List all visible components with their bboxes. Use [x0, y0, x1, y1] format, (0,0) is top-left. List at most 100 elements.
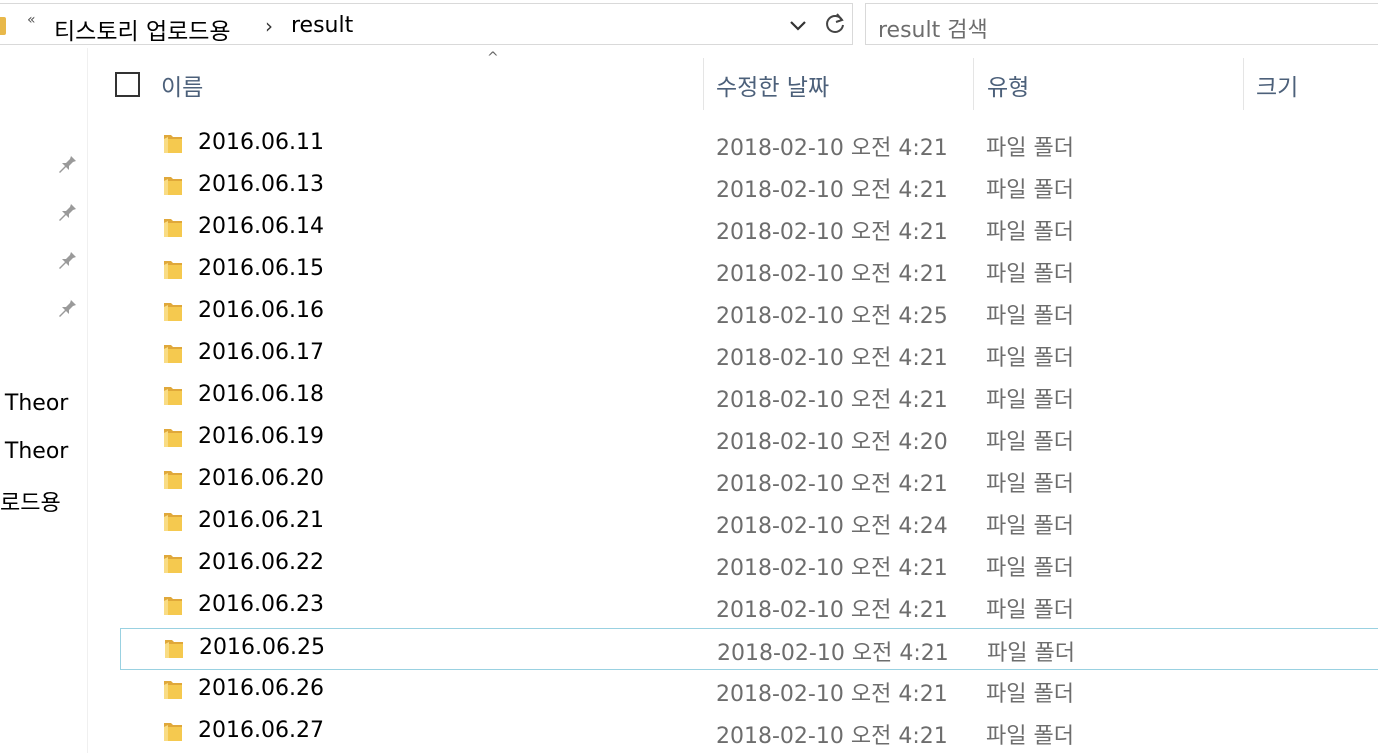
file-row[interactable]: 2016.06.19 2018-02-10 오전 4:20 파일 폴더 [120, 418, 1378, 460]
pin-icon[interactable] [56, 295, 78, 317]
file-type: 파일 폴더 [986, 556, 1074, 581]
refresh-button[interactable] [817, 3, 853, 45]
chevron-down-icon[interactable] [785, 12, 811, 42]
folder-icon [162, 426, 184, 450]
file-type: 파일 폴더 [986, 220, 1074, 245]
folder-icon [162, 678, 184, 702]
file-row[interactable]: 2016.06.13 2018-02-10 오전 4:21 파일 폴더 [120, 166, 1378, 208]
file-modified-date: 2018-02-10 오전 4:21 [716, 262, 948, 287]
file-row[interactable]: 2016.06.22 2018-02-10 오전 4:21 파일 폴더 [120, 544, 1378, 586]
file-name[interactable]: 2016.06.16 [198, 298, 324, 323]
column-header-type[interactable]: 유형 [987, 68, 1029, 102]
file-row[interactable]: 2016.06.23 2018-02-10 오전 4:21 파일 폴더 [120, 586, 1378, 628]
file-type: 파일 폴더 [986, 682, 1074, 707]
address-bar[interactable]: « 티스토리 업로드용 › result [0, 3, 818, 45]
folder-icon [0, 17, 6, 35]
nav-item[interactable]: ng Theor [0, 439, 68, 464]
file-type: 파일 폴더 [986, 472, 1074, 497]
folder-icon [162, 720, 184, 744]
file-name[interactable]: 2016.06.19 [198, 424, 324, 449]
file-name[interactable]: 2016.06.17 [198, 340, 324, 365]
search-input[interactable]: result 검색 [865, 3, 1378, 45]
file-modified-date: 2018-02-10 오전 4:21 [716, 556, 948, 581]
folder-icon [162, 216, 184, 240]
folder-icon [162, 258, 184, 282]
nav-item[interactable]: ng Theor [0, 391, 68, 416]
file-row[interactable]: 2016.06.15 2018-02-10 오전 4:21 파일 폴더 [120, 250, 1378, 292]
file-name[interactable]: 2016.06.11 [198, 130, 324, 155]
file-modified-date: 2018-02-10 오전 4:21 [716, 598, 948, 623]
file-modified-date: 2018-02-10 오전 4:21 [717, 641, 949, 666]
file-modified-date: 2018-02-10 오전 4:21 [716, 220, 948, 245]
address-row: « 티스토리 업로드용 › result result 검색 [0, 0, 1378, 48]
file-name[interactable]: 2016.06.14 [198, 214, 324, 239]
file-type: 파일 폴더 [986, 346, 1074, 371]
navigation-pane[interactable]: ng Theor ng Theor 로드용 [0, 48, 88, 753]
select-all-checkbox[interactable] [115, 72, 140, 97]
breadcrumb-item[interactable]: 티스토리 업로드용 [54, 12, 231, 46]
file-row[interactable]: 2016.06.21 2018-02-10 오전 4:24 파일 폴더 [120, 502, 1378, 544]
file-type: 파일 폴더 [986, 598, 1074, 623]
file-type: 파일 폴더 [986, 304, 1074, 329]
file-modified-date: 2018-02-10 오전 4:21 [716, 178, 948, 203]
folder-icon [162, 552, 184, 576]
nav-item[interactable]: 로드용 [0, 485, 61, 517]
breadcrumb-item[interactable]: result [291, 13, 353, 38]
file-modified-date: 2018-02-10 오전 4:21 [716, 682, 948, 707]
breadcrumb-separator-icon[interactable]: › [265, 14, 273, 38]
file-row[interactable]: 2016.06.16 2018-02-10 오전 4:25 파일 폴더 [120, 292, 1378, 334]
file-name[interactable]: 2016.06.18 [198, 382, 324, 407]
folder-icon [162, 300, 184, 324]
file-row[interactable]: 2016.06.11 2018-02-10 오전 4:21 파일 폴더 [120, 124, 1378, 166]
file-type: 파일 폴더 [986, 178, 1074, 203]
file-name[interactable]: 2016.06.13 [198, 172, 324, 197]
pin-icon[interactable] [56, 247, 78, 269]
folder-icon [162, 510, 184, 534]
file-modified-date: 2018-02-10 오전 4:21 [716, 724, 948, 749]
file-type: 파일 폴더 [986, 430, 1074, 455]
file-type: 파일 폴더 [986, 262, 1074, 287]
file-row[interactable]: 2016.06.26 2018-02-10 오전 4:21 파일 폴더 [120, 670, 1378, 712]
pin-icon[interactable] [56, 151, 78, 173]
search-placeholder: result 검색 [878, 18, 988, 43]
file-type: 파일 폴더 [986, 514, 1074, 539]
file-modified-date: 2018-02-10 오전 4:25 [716, 304, 948, 329]
column-header-row: ^ 이름 수정한 날짜 유형 크기 [89, 48, 1378, 118]
column-divider[interactable] [973, 58, 974, 110]
breadcrumb-overflow-button[interactable]: « [27, 12, 36, 28]
file-row[interactable]: 2016.06.18 2018-02-10 오전 4:21 파일 폴더 [120, 376, 1378, 418]
column-header-modified[interactable]: 수정한 날짜 [716, 68, 829, 102]
refresh-icon [825, 13, 844, 33]
file-name[interactable]: 2016.06.23 [198, 592, 324, 617]
column-header-name[interactable]: 이름 [161, 68, 203, 102]
column-divider[interactable] [703, 58, 704, 110]
file-row[interactable]: 2016.06.14 2018-02-10 오전 4:21 파일 폴더 [120, 208, 1378, 250]
file-modified-date: 2018-02-10 오전 4:24 [716, 514, 948, 539]
column-header-size[interactable]: 크기 [1256, 68, 1298, 102]
file-name[interactable]: 2016.06.26 [198, 676, 324, 701]
file-modified-date: 2018-02-10 오전 4:21 [716, 472, 948, 497]
column-divider[interactable] [1243, 58, 1244, 110]
file-row[interactable]: 2016.06.20 2018-02-10 오전 4:21 파일 폴더 [120, 460, 1378, 502]
file-name[interactable]: 2016.06.27 [198, 718, 324, 743]
file-name[interactable]: 2016.06.21 [198, 508, 324, 533]
file-type: 파일 폴더 [986, 724, 1074, 749]
file-row[interactable]: 2016.06.27 2018-02-10 오전 4:21 파일 폴더 [120, 712, 1378, 753]
file-name[interactable]: 2016.06.22 [198, 550, 324, 575]
folder-icon [162, 594, 184, 618]
file-name[interactable]: 2016.06.20 [198, 466, 324, 491]
pin-icon[interactable] [56, 199, 78, 221]
file-row[interactable]: 2016.06.25 2018-02-10 오전 4:21 파일 폴더 [120, 628, 1378, 670]
folder-icon [162, 174, 184, 198]
file-name[interactable]: 2016.06.25 [199, 635, 325, 660]
folder-icon [162, 384, 184, 408]
file-row[interactable]: 2016.06.17 2018-02-10 오전 4:21 파일 폴더 [120, 334, 1378, 376]
file-modified-date: 2018-02-10 오전 4:21 [716, 136, 948, 161]
file-type: 파일 폴더 [987, 641, 1075, 666]
file-name[interactable]: 2016.06.15 [198, 256, 324, 281]
sort-ascending-icon: ^ [487, 50, 499, 66]
file-type: 파일 폴더 [986, 136, 1074, 161]
folder-icon [162, 468, 184, 492]
file-modified-date: 2018-02-10 오전 4:20 [716, 430, 948, 455]
folder-icon [162, 342, 184, 366]
